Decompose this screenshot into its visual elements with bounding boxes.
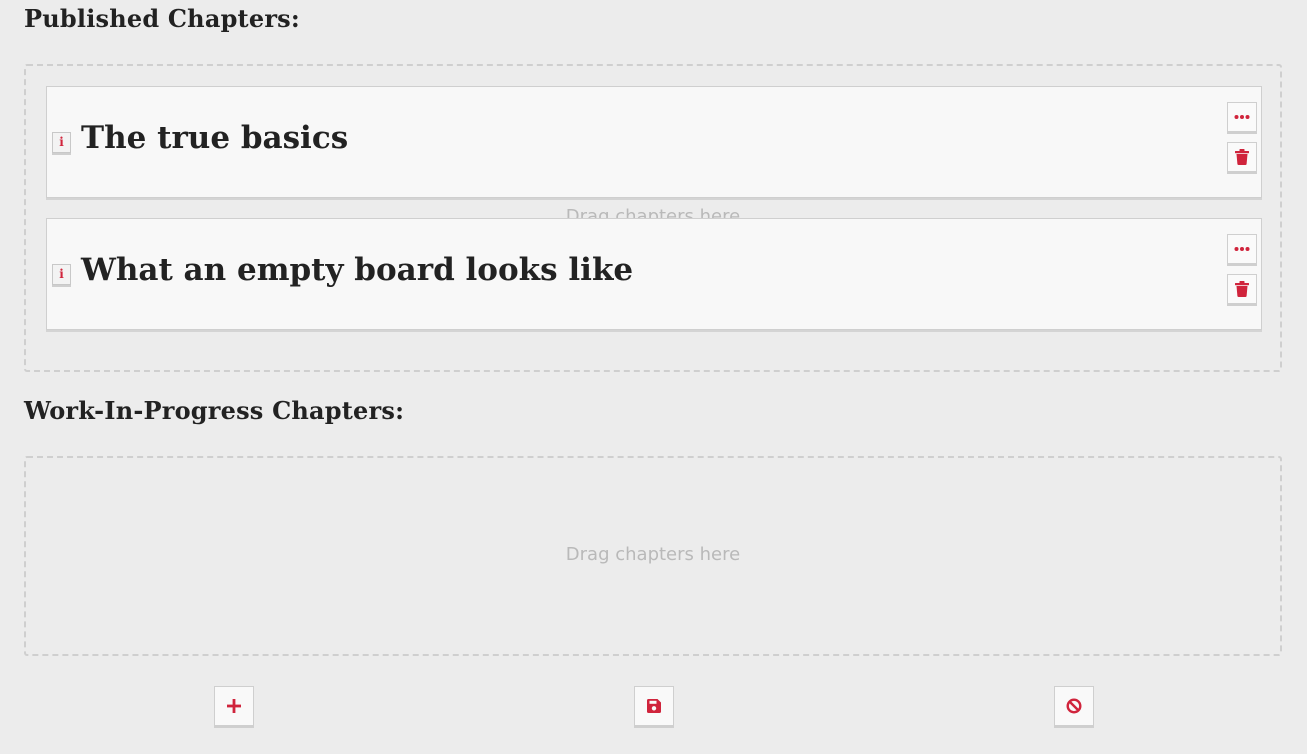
more-options-button[interactable] (1227, 102, 1257, 132)
floppy-disk-icon (647, 699, 661, 713)
plus-icon (227, 699, 241, 713)
chapter-actions (1227, 234, 1257, 314)
trash-icon (1235, 149, 1249, 165)
wip-drop-hint: Drag chapters here (565, 544, 741, 565)
published-chapters-dropzone[interactable]: Drag chapters here i The true basics i W… (24, 64, 1282, 372)
chapter-title: What an empty board looks like (81, 252, 634, 288)
delete-chapter-button[interactable] (1227, 274, 1257, 304)
ellipsis-icon (1234, 247, 1250, 251)
chapter-title: The true basics (81, 120, 349, 156)
cancel-button[interactable] (1054, 686, 1094, 726)
wip-chapters-heading: Work-In-Progress Chapters: (24, 396, 405, 425)
chapter-actions (1227, 102, 1257, 182)
published-chapters-heading: Published Chapters: (24, 4, 300, 33)
chapter-card[interactable]: i The true basics (46, 86, 1262, 198)
ellipsis-icon (1234, 115, 1250, 119)
delete-chapter-button[interactable] (1227, 142, 1257, 172)
info-icon[interactable]: i (52, 264, 71, 285)
info-icon[interactable]: i (52, 132, 71, 153)
save-button[interactable] (634, 686, 674, 726)
ban-icon (1066, 698, 1082, 714)
wip-chapters-dropzone[interactable]: Drag chapters here (24, 456, 1282, 656)
chapter-manager: Published Chapters: Drag chapters here i… (0, 0, 1307, 754)
trash-icon (1235, 281, 1249, 297)
chapter-card[interactable]: i What an empty board looks like (46, 218, 1262, 330)
more-options-button[interactable] (1227, 234, 1257, 264)
add-chapter-button[interactable] (214, 686, 254, 726)
